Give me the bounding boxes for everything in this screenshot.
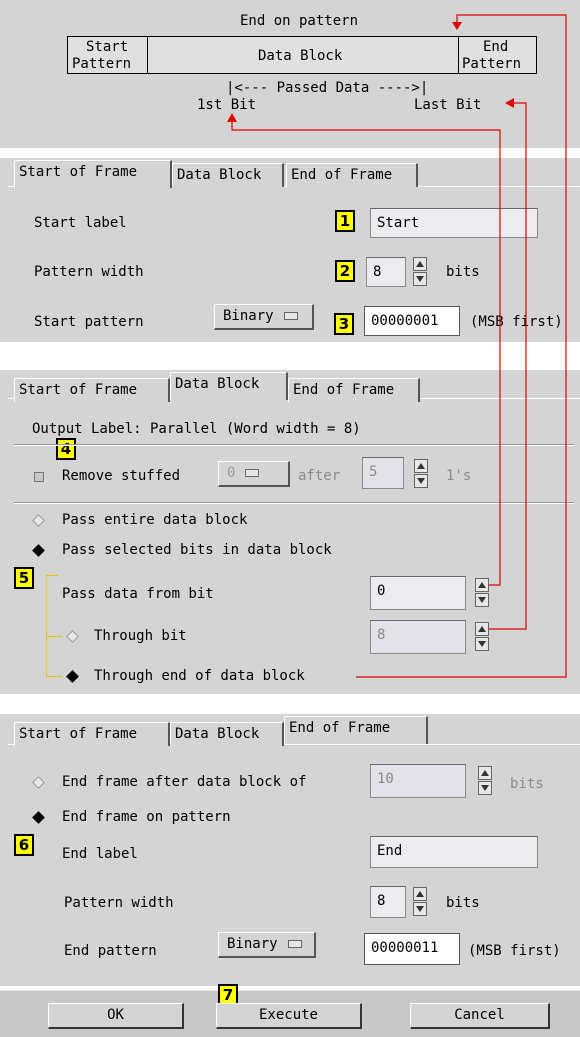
tab-end-of-frame-3[interactable]: End of Frame — [284, 716, 428, 744]
callout-6: 6 — [14, 834, 34, 856]
end-pattern-label-2: Pattern — [462, 56, 522, 72]
callout-1: 1 — [335, 210, 355, 232]
pattern-width-stepper[interactable] — [413, 257, 427, 287]
tab-start-of-frame-2[interactable]: Start of Frame — [14, 378, 170, 402]
tab-data-block[interactable]: Data Block — [172, 163, 284, 187]
stuffed-value-select[interactable]: 0 — [218, 461, 290, 487]
callout-4: 4 — [56, 438, 76, 460]
end-pattern-width-caption: Pattern width — [64, 895, 174, 911]
start-label-caption: Start label — [34, 215, 127, 231]
dropdown-icon — [245, 469, 260, 477]
cancel-button[interactable]: Cancel — [410, 1003, 550, 1029]
dropdown-icon — [287, 940, 302, 948]
through-bit-label: Through bit — [94, 628, 187, 644]
pass-selected-label: Pass selected bits in data block — [62, 542, 332, 558]
callout-2: 2 — [335, 260, 355, 282]
pattern-width-input[interactable]: 8 — [366, 257, 406, 287]
tab-data-block-2[interactable]: Data Block — [170, 372, 288, 400]
end-pattern-caption: End pattern — [64, 943, 157, 959]
tab-start-of-frame[interactable]: Start of Frame — [14, 160, 172, 188]
first-bit-label: 1st Bit — [197, 97, 257, 113]
end-on-pattern-label: End frame on pattern — [62, 809, 231, 825]
through-bit-input[interactable]: 8 — [370, 620, 466, 654]
through-bit-stepper[interactable] — [475, 622, 489, 652]
data-block-label: Data Block — [258, 48, 343, 64]
end-pattern-label-1: End — [483, 39, 509, 55]
start-pattern-label-1: Start — [86, 39, 129, 55]
end-msb-note: (MSB first) — [468, 943, 561, 959]
start-label-input[interactable]: Start — [370, 208, 538, 238]
divider — [14, 502, 574, 504]
start-msb-note: (MSB first) — [470, 314, 563, 330]
after-value-input[interactable]: 5 — [362, 457, 404, 489]
passed-data-label: |<--- Passed Data ---->| — [226, 80, 429, 96]
diagram-title: End on pattern — [240, 13, 359, 29]
end-after-stepper[interactable] — [478, 766, 492, 796]
ones-label: 1's — [446, 468, 472, 484]
after-value-stepper[interactable] — [414, 459, 428, 489]
pass-entire-label: Pass entire data block — [62, 512, 248, 528]
pass-from-label: Pass data from bit — [62, 586, 214, 602]
end-pattern-format-select[interactable]: Binary — [218, 932, 316, 958]
tab-start-of-frame-3[interactable]: Start of Frame — [14, 722, 170, 746]
tab-end-of-frame[interactable]: End of Frame — [286, 163, 418, 187]
end-label-input[interactable]: End — [370, 836, 538, 868]
start-pattern-input[interactable]: 00000001 — [364, 306, 460, 336]
callout-3: 3 — [334, 313, 354, 335]
end-pattern-width-bits: bits — [446, 895, 480, 911]
bits-label: bits — [446, 264, 480, 280]
start-pattern-format-select[interactable]: Binary — [214, 304, 314, 330]
execute-button[interactable]: Execute — [216, 1003, 362, 1029]
end-pattern-input[interactable]: 00000011 — [364, 933, 460, 965]
output-label-text: Output Label: Parallel (Word width = 8) — [32, 421, 361, 437]
end-pattern-width-input[interactable]: 8 — [370, 886, 406, 918]
remove-stuffed-label: Remove stuffed — [62, 468, 181, 484]
through-end-label: Through end of data block — [94, 668, 305, 684]
tab-end-of-frame-2[interactable]: End of Frame — [288, 378, 420, 402]
after-label: after — [298, 468, 341, 484]
end-after-bits: bits — [510, 776, 544, 792]
start-pattern-caption: Start pattern — [34, 314, 144, 330]
end-label-caption: End label — [62, 846, 138, 862]
callout-5-bracket — [46, 575, 58, 576]
last-bit-label: Last Bit — [414, 97, 482, 113]
end-pattern-width-stepper[interactable] — [413, 887, 427, 917]
pass-from-stepper[interactable] — [475, 578, 489, 608]
data-block-panel — [0, 370, 580, 694]
start-pattern-label-2: Pattern — [72, 56, 132, 72]
tab-data-block-3[interactable]: Data Block — [170, 722, 284, 746]
callout-5: 5 — [14, 567, 34, 589]
end-after-label: End frame after data block of — [62, 774, 307, 790]
pattern-width-caption: Pattern width — [34, 264, 144, 280]
remove-stuffed-checkbox[interactable] — [34, 472, 44, 482]
ok-button[interactable]: OK — [48, 1003, 184, 1029]
divider — [14, 444, 574, 446]
pass-from-input[interactable]: 0 — [370, 576, 466, 610]
dropdown-icon — [283, 312, 298, 320]
end-after-input[interactable]: 10 — [370, 764, 466, 798]
